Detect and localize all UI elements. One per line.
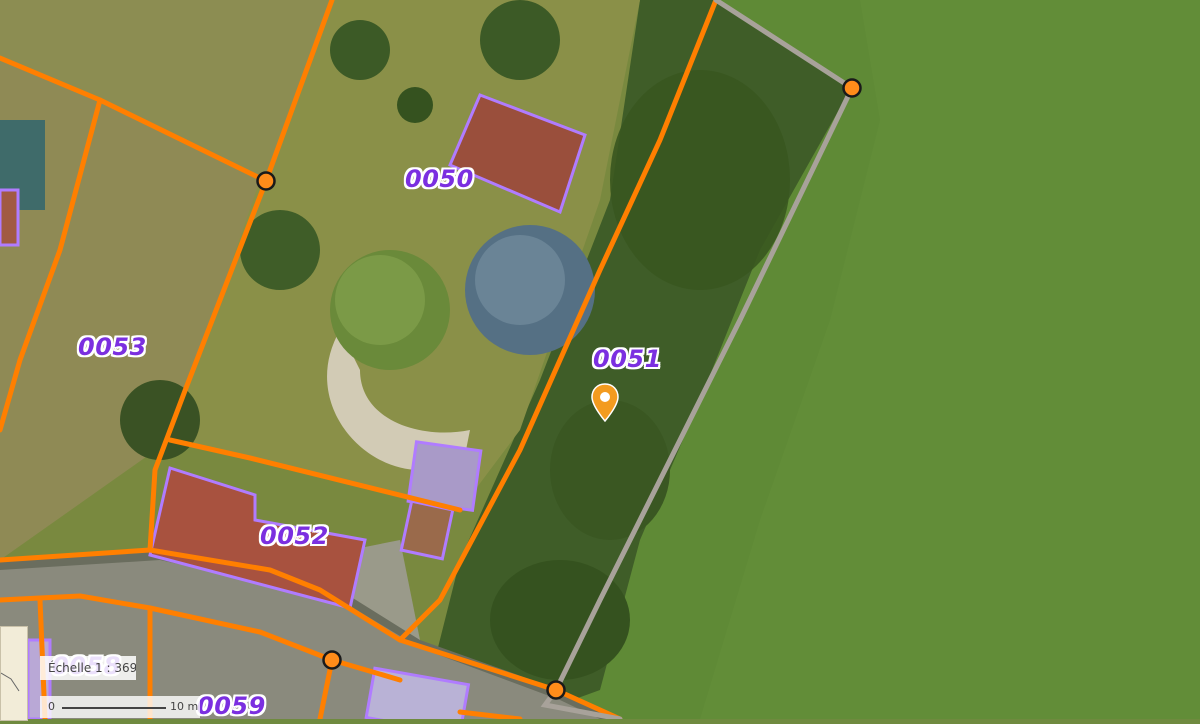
- parcel-label-0050[interactable]: 0050: [405, 165, 474, 193]
- parcel-label-0052[interactable]: 0052: [260, 522, 329, 550]
- overview-minimap[interactable]: [0, 626, 28, 721]
- vertex-node[interactable]: [546, 680, 566, 700]
- vertex-node[interactable]: [842, 78, 862, 98]
- vertex-node[interactable]: [322, 650, 342, 670]
- scale-bar-end: 10 m: [170, 700, 199, 713]
- scale-bar: 0 10 m: [40, 696, 200, 718]
- scale-bar-start: 0: [48, 700, 55, 713]
- scale-ratio: Échelle 1 : 369: [40, 656, 136, 680]
- vertex-node[interactable]: [256, 171, 276, 191]
- parcel-label-0059[interactable]: 0059: [197, 692, 266, 720]
- parcel-label-0051[interactable]: 0051: [593, 345, 662, 373]
- parcel-label-0053[interactable]: 0053: [78, 333, 147, 361]
- map-pin-icon[interactable]: [590, 383, 620, 423]
- scale-bar-line: [62, 707, 166, 709]
